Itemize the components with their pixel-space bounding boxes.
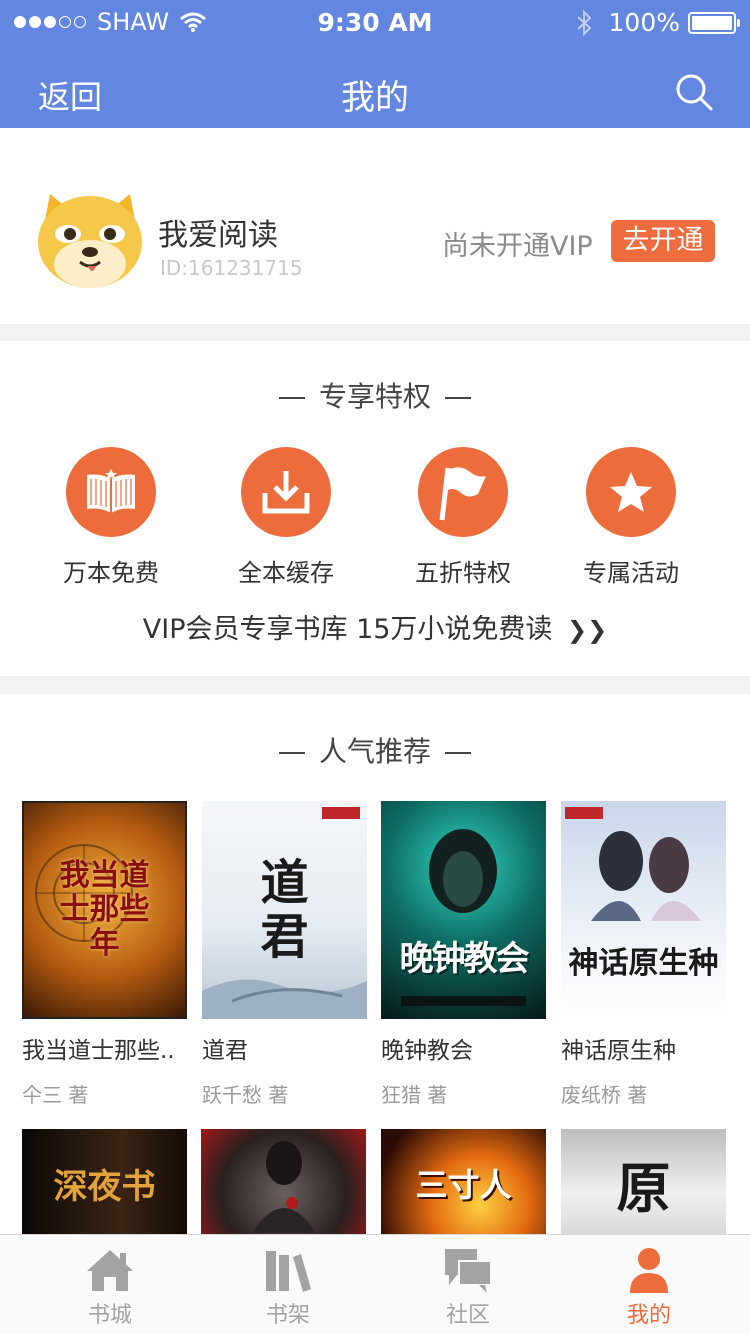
vip-status: 尚未开通VIP [442, 231, 593, 262]
book-cover: 原 [561, 1129, 726, 1237]
user-name: 我爱阅读 [158, 218, 278, 253]
home-icon [87, 1250, 133, 1291]
book-author: 跃千愁 著 [202, 1083, 289, 1107]
book-title: 道君 [202, 1038, 248, 1064]
privilege-half-price[interactable]: 五折特权 [393, 447, 533, 588]
book-cover [201, 1129, 366, 1237]
battery-percent: 100% [608, 8, 680, 37]
book-card[interactable]: 晚钟教会 晚钟教会 狂猎 著 [381, 801, 546, 1108]
book-card[interactable]: 深夜书 [22, 1129, 187, 1237]
tab-label: 书城 [87, 1303, 132, 1328]
cover-title: 我当道士那些年 [59, 858, 150, 961]
book-author: 仐三 著 [22, 1083, 89, 1107]
status-right: 100% [575, 8, 740, 37]
double-chevron-right-icon: ❯❯ [567, 616, 608, 644]
vip-library-link[interactable]: VIP会员专享书库 15万小说免费读 ❯❯ [0, 607, 750, 646]
cover-title: 深夜书 [53, 1166, 156, 1207]
book-cover: 我当道士那些年 [22, 801, 187, 1019]
profile-card: 我爱阅读 ID:161231715 尚未开通VIP 去开通 [0, 128, 750, 324]
book-cover: 道君 [202, 801, 367, 1019]
privilege-full-cache[interactable]: 全本缓存 [216, 447, 356, 588]
book-cover: 晚钟教会 [381, 801, 546, 1019]
chat-icon [445, 1249, 492, 1293]
vip-library-text: VIP会员专享书库 15万小说免费读 [142, 614, 553, 645]
tab-bar: 书城 书架 社区 我的 [0, 1234, 750, 1334]
book-cover: 深夜书 [22, 1129, 187, 1237]
privileges-title: 专享特权 [0, 375, 750, 415]
back-button[interactable]: 返回 [38, 72, 102, 118]
book-card[interactable]: 道君 道君 跃千愁 著 [202, 801, 367, 1108]
battery-icon [688, 11, 740, 34]
app-header: SHAW 9:30 AM 100% 返回 我的 [0, 0, 750, 128]
avatar[interactable] [36, 188, 144, 288]
search-icon[interactable] [674, 72, 714, 112]
user-id: ID:161231715 [160, 256, 303, 280]
privilege-free-books[interactable]: 万本免费 [41, 447, 181, 588]
tab-bookshelf[interactable]: 书架 [228, 1235, 348, 1334]
flag-icon [439, 467, 486, 521]
tab-mine[interactable]: 我的 [589, 1235, 709, 1334]
book-title: 我当道士那些.. [22, 1038, 175, 1064]
tab-label: 书架 [265, 1303, 310, 1328]
book-author: 狂猎 著 [381, 1083, 448, 1107]
cover-title: 原 [616, 1155, 671, 1220]
page-title: 我的 [341, 78, 409, 118]
open-vip-button[interactable]: 去开通 [611, 220, 715, 262]
privilege-label: 专属活动 [583, 559, 679, 587]
book-card[interactable]: 我当道士那些年 我当道士那些.. 仐三 著 [22, 801, 187, 1108]
recommend-title: 人气推荐 [0, 730, 750, 770]
privilege-events[interactable]: 专属活动 [561, 447, 701, 588]
privilege-label: 五折特权 [415, 559, 511, 587]
privileges-section: 专享特权 万本免费 全本缓存 五折特权 专属活动 VIP会员专享书库 15万小说… [0, 341, 750, 676]
status-bar: SHAW 9:30 AM 100% [0, 0, 750, 46]
user-icon [630, 1248, 668, 1293]
tab-community[interactable]: 社区 [408, 1235, 528, 1334]
cover-title: 晚钟教会 [399, 938, 530, 979]
book-title: 神话原生种 [561, 1038, 676, 1064]
privilege-label: 万本免费 [63, 559, 159, 587]
cover-title: 道君 [260, 855, 309, 965]
tab-bookstore[interactable]: 书城 [50, 1235, 170, 1334]
bookshelf-icon [266, 1251, 311, 1292]
star-icon [610, 472, 652, 512]
open-book-icon [87, 469, 135, 513]
tab-label: 社区 [445, 1303, 490, 1328]
book-cover: 神话原生种 [561, 801, 726, 1019]
privilege-label: 全本缓存 [238, 559, 334, 587]
download-icon [262, 471, 310, 514]
book-card[interactable]: 三寸人 [381, 1129, 546, 1237]
cover-title: 神话原生种 [568, 946, 719, 981]
book-cover: 三寸人 [381, 1129, 546, 1237]
book-title: 晚钟教会 [381, 1038, 473, 1064]
book-card[interactable]: 神话原生种 神话原生种 废纸桥 著 [561, 801, 726, 1108]
book-card[interactable] [201, 1129, 366, 1237]
book-author: 废纸桥 著 [561, 1083, 648, 1107]
tab-label: 我的 [626, 1303, 671, 1328]
bluetooth-icon [576, 9, 591, 36]
book-card[interactable]: 原 [561, 1129, 726, 1237]
cover-title: 三寸人 [415, 1166, 512, 1204]
